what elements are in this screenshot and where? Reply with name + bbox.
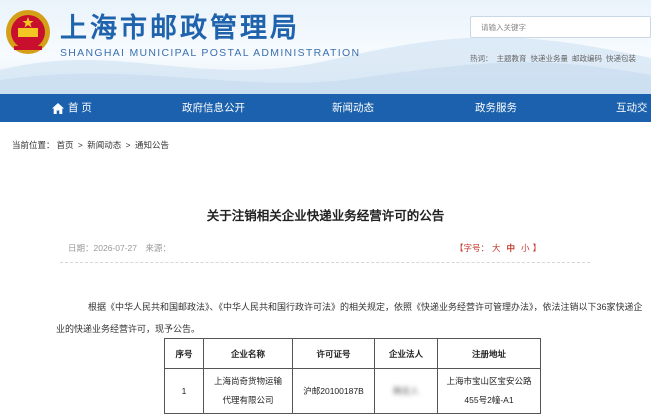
font-size-large[interactable]: 大 [492, 243, 501, 253]
redacted-legal-name: 韩无人 [393, 385, 419, 396]
cell-no: 1 [164, 368, 204, 414]
search-input[interactable]: 请输入关键字 [470, 16, 651, 38]
hot-words: 热词： 主题教育 快递业务量 邮政编码 快递包装 [470, 53, 640, 64]
breadcrumb-label: 当前位置： [12, 140, 55, 150]
breadcrumb: 当前位置： 首页 > 新闻动态 > 通知公告 [12, 139, 171, 151]
font-size-switcher: 【字号：大中小】 [455, 242, 541, 254]
cell-address-line: 455号2幢-A1 [464, 395, 514, 405]
site-header: 上海市邮政管理局 SHANGHAI MUNICIPAL POSTAL ADMIN… [0, 0, 651, 94]
cell-license: 沪邮20100187B [292, 368, 375, 414]
cell-name: 上海尚奇货物运输 代理有限公司 [203, 368, 293, 414]
license-table: 序号 企业名称 许可证号 企业法人 注册地址 1 上海尚奇货物运输 代理有限公司… [164, 338, 541, 414]
nav-item-home[interactable]: 首 页 [52, 94, 92, 122]
home-icon [52, 102, 64, 114]
meta-divider [60, 262, 590, 264]
article-title: 关于注销相关企业快递业务经营许可的公告 [206, 209, 445, 223]
article-body: 根据《中华人民共和国邮政法》、《中华人民共和国行政许可法》的相关规定，依照《快递… [56, 296, 646, 340]
hot-word-link[interactable]: 邮政编码 [572, 54, 602, 63]
font-size-small[interactable]: 小 [521, 243, 530, 253]
breadcrumb-link-notices[interactable]: 通知公告 [135, 140, 169, 150]
font-size-close: 】 [532, 243, 542, 253]
cell-legal: 韩无人 [374, 368, 438, 414]
hot-words-label: 热词： [470, 54, 493, 63]
nav-item-services[interactable]: 政务服务 [475, 94, 517, 122]
nav-item-interaction[interactable]: 互动交流 [616, 94, 651, 142]
cell-name-line: 上海尚奇货物运输 [213, 376, 282, 386]
breadcrumb-link-news[interactable]: 新闻动态 [87, 140, 121, 150]
national-emblem-icon [6, 10, 50, 54]
date-label: 日期： [68, 243, 94, 253]
cell-address-line: 上海市宝山区宝安公路 [446, 376, 532, 386]
hot-word-link[interactable]: 快递业务量 [531, 54, 569, 63]
table-header-row: 序号 企业名称 许可证号 企业法人 注册地址 [164, 338, 541, 369]
article-meta: 日期：2026-07-27 来源： [68, 242, 171, 254]
nav-item-gov-info[interactable]: 政府信息公开 [182, 94, 245, 122]
col-header-name: 企业名称 [203, 338, 293, 369]
col-header-legal: 企业法人 [374, 338, 438, 369]
source-label: 来源： [145, 243, 171, 253]
hot-word-link[interactable]: 快递包装 [606, 54, 636, 63]
site-title-english: SHANGHAI MUNICIPAL POSTAL ADMINISTRATION [60, 47, 361, 59]
col-header-no: 序号 [164, 338, 204, 369]
breadcrumb-link-home[interactable]: 首页 [57, 140, 74, 150]
cell-address: 上海市宝山区宝安公路 455号2幢-A1 [437, 368, 541, 414]
col-header-address: 注册地址 [437, 338, 541, 369]
breadcrumb-separator: > [125, 140, 131, 150]
nav-item-label: 首 页 [68, 102, 92, 114]
table-row: 1 上海尚奇货物运输 代理有限公司 沪邮20100187B 韩无人 上海市宝山区… [164, 368, 541, 414]
breadcrumb-separator: > [77, 140, 83, 150]
hot-word-link[interactable]: 主题教育 [497, 54, 527, 63]
article-date: 2026-07-27 [93, 243, 137, 253]
main-nav: 首 页 政府信息公开 新闻动态 政务服务 互动交流 [0, 94, 651, 142]
cell-name-line: 代理有限公司 [222, 395, 274, 405]
font-size-medium[interactable]: 中 [507, 243, 516, 253]
article-paragraph: 根据《中华人民共和国邮政法》、《中华人民共和国行政许可法》的相关规定，依照《快递… [56, 302, 643, 334]
col-header-license: 许可证号 [292, 338, 375, 369]
font-size-open: 【字号： [455, 243, 490, 253]
nav-item-news[interactable]: 新闻动态 [332, 94, 374, 122]
site-title[interactable]: 上海市邮政管理局 [60, 6, 300, 45]
